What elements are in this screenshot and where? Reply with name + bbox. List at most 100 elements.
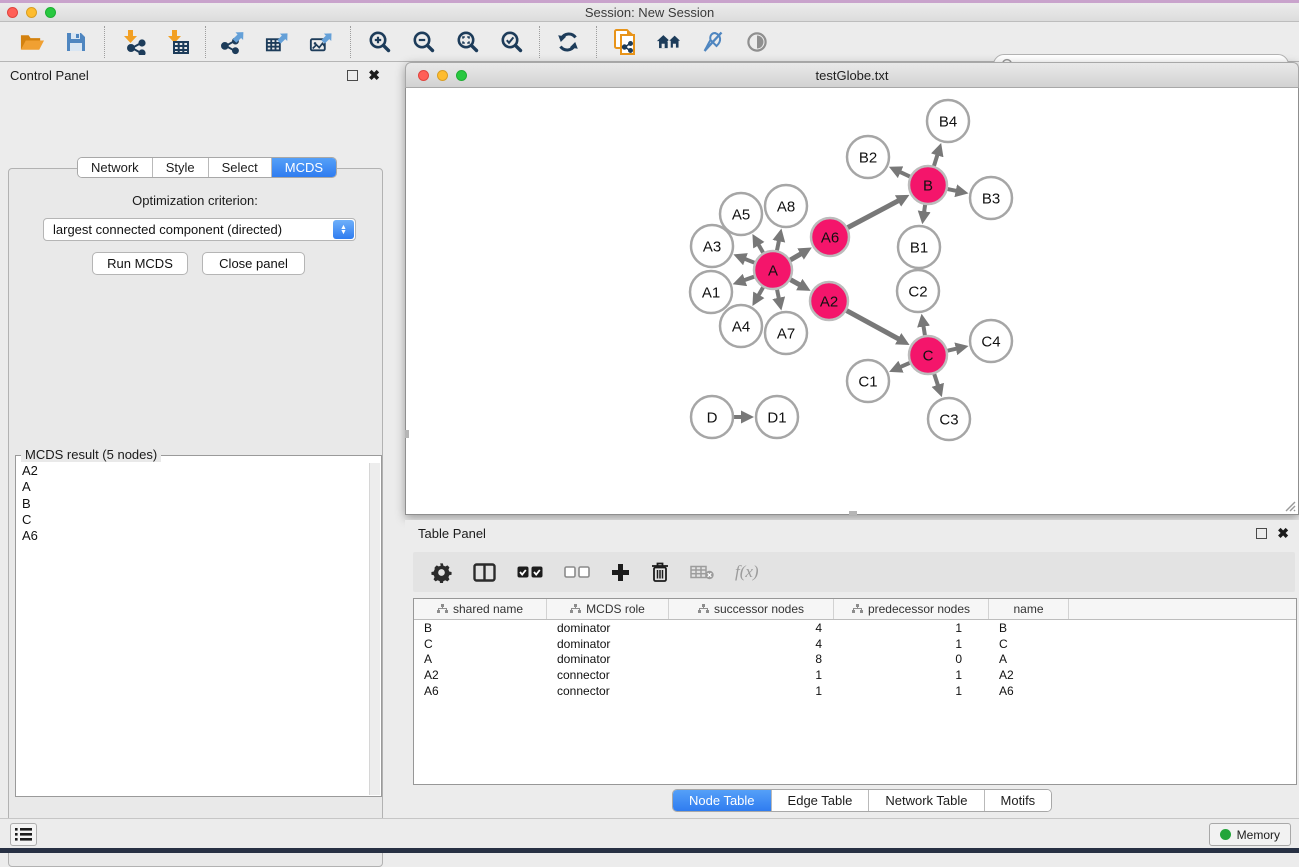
graph-edge-A6-B[interactable]	[848, 200, 899, 227]
network-window-titlebar[interactable]: testGlobe.txt	[405, 62, 1299, 88]
import-table-button[interactable]	[164, 29, 190, 55]
mcds-result-title: MCDS result (5 nodes)	[21, 447, 161, 462]
deselect-all-button[interactable]	[564, 566, 590, 578]
table-row[interactable]: Adominator80A	[414, 652, 1296, 668]
graph-node-label-A: A	[768, 262, 778, 279]
window-edge-handle[interactable]	[405, 430, 409, 438]
open-file-button[interactable]	[19, 29, 45, 55]
network-view-window: testGlobe.txt AA1A2A3A4A5A6A7A8BB1B2B3B4…	[405, 62, 1299, 515]
window-resize-grip[interactable]	[1282, 498, 1296, 512]
float-table-panel-icon[interactable]	[1256, 528, 1267, 539]
hierarchy-icon	[698, 604, 709, 614]
select-all-button[interactable]	[517, 566, 543, 578]
table-row[interactable]: A2connector11A2	[414, 667, 1296, 683]
save-session-button[interactable]	[63, 29, 89, 55]
column-header-shared-name[interactable]: shared name	[414, 599, 547, 619]
table-row[interactable]: Cdominator41C	[414, 636, 1296, 652]
tab-style[interactable]: Style	[152, 158, 208, 177]
graph-edge-A-A6[interactable]	[790, 254, 801, 260]
toggle-style-button[interactable]	[700, 29, 726, 55]
toolbar-separator	[104, 26, 105, 58]
hierarchy-icon	[570, 604, 581, 614]
criterion-value: largest connected component (directed)	[53, 222, 282, 237]
zoom-fit-button[interactable]	[454, 29, 480, 55]
table-row[interactable]: A6connector11A6	[414, 683, 1296, 699]
graph-node-label-B1: B1	[910, 239, 928, 256]
column-header-name[interactable]: name	[989, 599, 1069, 619]
graph-edge-B-B4[interactable]	[934, 154, 938, 166]
tab-network-table[interactable]: Network Table	[868, 790, 983, 811]
close-panel-button[interactable]: Close panel	[202, 252, 305, 275]
criterion-dropdown[interactable]: largest connected component (directed) ▲…	[43, 218, 356, 241]
mcds-result-item[interactable]: C	[22, 512, 369, 528]
graph-edge-A-A3[interactable]	[745, 259, 755, 263]
table-settings-button[interactable]	[431, 562, 452, 583]
close-panel-icon[interactable]: ✖	[368, 68, 380, 82]
export-network-button[interactable]	[221, 29, 247, 55]
app-title: Session: New Session	[0, 5, 1299, 20]
function-builder-disabled: f(x)	[735, 562, 759, 582]
mcds-result-item[interactable]: A6	[22, 528, 369, 544]
mcds-result-list[interactable]: A2ABCA6	[17, 463, 369, 795]
task-history-button[interactable]	[10, 823, 37, 846]
import-network-button[interactable]	[120, 29, 146, 55]
import-table-icon	[164, 29, 190, 55]
zoom-in-button[interactable]	[366, 29, 392, 55]
run-mcds-button[interactable]: Run MCDS	[92, 252, 188, 275]
graph-edge-C-C4[interactable]	[948, 349, 957, 351]
graph-edge-A-A2[interactable]	[790, 280, 800, 285]
zoom-out-button[interactable]	[410, 29, 436, 55]
tab-motifs[interactable]: Motifs	[984, 790, 1052, 811]
tab-node-table[interactable]: Node Table	[673, 790, 771, 811]
clone-network-button[interactable]	[612, 29, 638, 55]
tab-edge-table[interactable]: Edge Table	[771, 790, 869, 811]
split-columns-icon	[473, 563, 496, 582]
graph-edge-A-A8[interactable]	[777, 240, 779, 250]
zoom-selected-button[interactable]	[498, 29, 524, 55]
float-panel-icon[interactable]	[347, 70, 358, 81]
graph-edge-A-A5[interactable]	[758, 244, 763, 252]
graph-edge-C-C3[interactable]	[934, 374, 938, 386]
mcds-result-item[interactable]: B	[22, 496, 369, 512]
memory-button[interactable]: Memory	[1209, 823, 1291, 846]
split-columns-button[interactable]	[473, 563, 496, 582]
tab-network[interactable]: Network	[78, 158, 152, 177]
column-header-predecessor-nodes[interactable]: predecessor nodes	[834, 599, 989, 619]
graph-edge-A-A4[interactable]	[758, 287, 763, 295]
graph-edge-A2-C[interactable]	[847, 311, 899, 340]
toolbar-separator	[205, 26, 206, 58]
show-hide-button[interactable]	[744, 29, 770, 55]
graph-edge-C-C1[interactable]	[900, 363, 910, 367]
graph-node-label-A1: A1	[702, 284, 720, 301]
result-scrollbar[interactable]	[369, 463, 380, 795]
network-canvas[interactable]: AA1A2A3A4A5A6A7A8BB1B2B3B4CC1C2C3C4DD1	[405, 88, 1299, 515]
column-header-mcds-role[interactable]: MCDS role	[547, 599, 669, 619]
refresh-button[interactable]	[555, 29, 581, 55]
control-panel-tabs: NetworkStyleSelectMCDS	[77, 157, 337, 178]
tab-mcds[interactable]: MCDS	[271, 158, 336, 177]
zoom-fit-icon	[456, 30, 479, 53]
mcds-result-item[interactable]: A2	[22, 463, 369, 479]
add-column-button[interactable]	[611, 563, 630, 582]
clone-network-icon	[613, 28, 637, 56]
mcds-result-item[interactable]: A	[22, 479, 369, 495]
delete-column-button[interactable]	[651, 562, 669, 582]
export-image-icon	[309, 29, 335, 55]
export-image-button[interactable]	[309, 29, 335, 55]
graph-edge-B-B3[interactable]	[948, 189, 957, 191]
graph-edge-B-B2[interactable]	[900, 172, 910, 177]
graph-edge-A-A7[interactable]	[777, 290, 779, 299]
home-button[interactable]	[656, 29, 682, 55]
graph-edge-A-A1[interactable]	[744, 277, 754, 281]
graph-edge-C-C2[interactable]	[923, 326, 925, 336]
close-table-panel-icon[interactable]: ✖	[1277, 526, 1289, 540]
graph-edge-B-B1[interactable]	[924, 205, 925, 213]
tab-select[interactable]: Select	[208, 158, 271, 177]
window-edge-handle[interactable]	[849, 511, 857, 515]
graph-node-label-B4: B4	[939, 113, 957, 130]
export-table-button[interactable]	[265, 29, 291, 55]
hierarchy-icon	[437, 604, 448, 614]
column-header-successor-nodes[interactable]: successor nodes	[669, 599, 834, 619]
export-table-icon	[265, 29, 291, 55]
table-row[interactable]: Bdominator41B	[414, 620, 1296, 636]
